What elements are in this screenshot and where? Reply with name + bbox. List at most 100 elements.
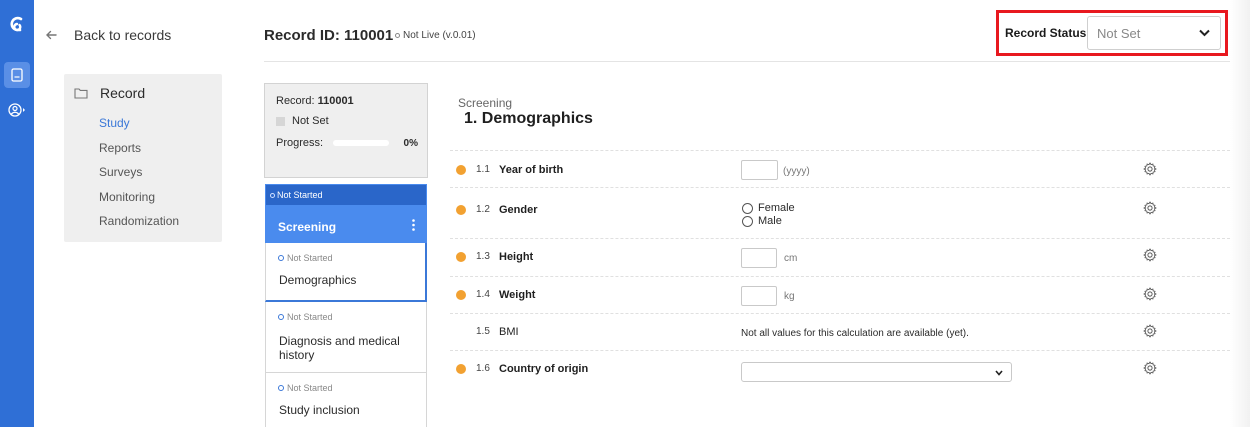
app-window: Back to records Record Study Reports Sur… xyxy=(0,0,1250,427)
summary-status: Not Set xyxy=(276,115,329,127)
not-started-icon xyxy=(270,192,275,198)
option-label: Female xyxy=(758,202,795,214)
step-study-inclusion[interactable]: Not Started Study inclusion xyxy=(265,373,427,427)
required-indicator-icon xyxy=(456,290,466,300)
gear-icon[interactable] xyxy=(1143,361,1157,375)
record-section-label: Record xyxy=(100,85,146,101)
field-label: Year of birth xyxy=(499,164,564,176)
page-scroll-edge xyxy=(1230,0,1250,427)
record-status-highlight: Record Status: Not Set xyxy=(996,10,1228,56)
menu-item-reports[interactable]: Reports xyxy=(99,139,179,164)
radio-circle-icon xyxy=(742,215,753,227)
menu-item-monitoring[interactable]: Monitoring xyxy=(99,188,179,213)
field-number: 1.3 xyxy=(476,251,490,262)
app-logo-icon[interactable] xyxy=(7,14,27,36)
step-status: Not Started xyxy=(278,312,333,322)
record-section-header[interactable]: Record xyxy=(74,85,145,101)
step-name: Study inclusion xyxy=(279,403,360,417)
records-icon[interactable] xyxy=(4,62,30,88)
record-status-value: Not Set xyxy=(1097,25,1141,41)
height-input[interactable] xyxy=(741,248,777,268)
field-label: Weight xyxy=(499,289,536,301)
field-row-height: 1.3 Height cm xyxy=(450,238,1230,275)
record-status-select[interactable]: Not Set xyxy=(1087,16,1221,50)
field-number: 1.6 xyxy=(476,363,490,374)
year-of-birth-input[interactable] xyxy=(741,160,778,180)
step-name: Demographics xyxy=(279,273,357,287)
gender-option-male[interactable]: Male xyxy=(742,215,782,227)
form-title: 1. Demographics xyxy=(464,110,593,127)
record-status-label: Record Status: xyxy=(1005,26,1091,40)
not-started-icon xyxy=(278,385,284,391)
menu-item-surveys[interactable]: Surveys xyxy=(99,163,179,188)
menu-item-randomization[interactable]: Randomization xyxy=(99,212,179,237)
record-menu-panel: Record Study Reports Surveys Monitoring … xyxy=(64,74,222,242)
record-id-title: Record ID: 110001 xyxy=(264,27,394,44)
record-menu-links: Study Reports Surveys Monitoring Randomi… xyxy=(99,114,179,237)
step-status: Not Started xyxy=(278,383,333,393)
summary-record: Record: 110001 xyxy=(276,95,354,107)
summary-record-prefix: Record: xyxy=(276,95,318,107)
step-status-text: Not Started xyxy=(287,383,333,393)
country-of-origin-select[interactable] xyxy=(741,362,1012,382)
status-swatch-icon xyxy=(276,116,285,126)
chevron-down-icon xyxy=(995,370,1003,376)
field-label: Country of origin xyxy=(499,363,589,375)
required-indicator-icon xyxy=(456,364,466,374)
progress-value: 0% xyxy=(403,137,418,149)
required-indicator-icon xyxy=(456,165,466,175)
record-summary-card: Record: 110001 Not Set Progress: 0% xyxy=(264,83,428,178)
menu-item-study[interactable]: Study xyxy=(99,114,179,139)
field-number: 1.2 xyxy=(476,204,490,215)
field-unit: (yyyy) xyxy=(783,166,810,177)
progress-label: Progress: xyxy=(276,137,324,149)
field-number: 1.1 xyxy=(476,164,490,175)
back-arrow-icon xyxy=(46,30,57,40)
step-diagnosis-medical-history[interactable]: Not Started Diagnosis and medical histor… xyxy=(265,302,427,373)
field-number: 1.5 xyxy=(476,326,490,337)
step-status-text: Not Started xyxy=(287,312,333,322)
field-number: 1.4 xyxy=(476,289,490,300)
not-started-icon xyxy=(278,255,284,261)
summary-record-number: 110001 xyxy=(317,95,354,107)
field-unit: cm xyxy=(784,253,798,264)
back-to-records-link[interactable]: Back to records xyxy=(44,27,171,43)
field-label: Gender xyxy=(499,204,538,216)
back-label: Back to records xyxy=(74,27,172,43)
gear-icon[interactable] xyxy=(1143,287,1157,301)
step-name: Diagnosis and medical history xyxy=(279,334,400,362)
field-label: BMI xyxy=(499,326,519,338)
gear-icon[interactable] xyxy=(1143,248,1157,262)
option-label: Male xyxy=(758,215,782,227)
status-dot-icon xyxy=(395,33,400,38)
summary-status-text: Not Set xyxy=(292,115,329,127)
not-started-icon xyxy=(278,314,284,320)
field-row-weight: 1.4 Weight kg xyxy=(450,276,1230,313)
gear-icon[interactable] xyxy=(1143,201,1157,215)
gender-option-female[interactable]: Female xyxy=(742,202,795,214)
user-menu-icon[interactable] xyxy=(4,97,30,123)
kebab-menu-icon[interactable] xyxy=(412,219,415,231)
weight-input[interactable] xyxy=(741,286,777,306)
step-status-text: Not Started xyxy=(287,253,333,263)
phase-screening[interactable]: Not Started Screening xyxy=(265,184,427,243)
bmi-calculation-note: Not all values for this calculation are … xyxy=(741,328,969,339)
required-indicator-icon xyxy=(456,205,466,215)
phase-status: Not Started xyxy=(266,185,426,205)
summary-progress: Progress: 0% xyxy=(276,137,418,149)
step-demographics[interactable]: Not Started Demographics xyxy=(265,243,427,302)
phase-name: Screening xyxy=(278,220,337,234)
app-rail xyxy=(0,0,34,427)
field-row-country-of-origin: 1.6 Country of origin xyxy=(450,350,1230,387)
field-row-gender: 1.2 Gender Female Male xyxy=(450,187,1230,238)
form-breadcrumb: Screening xyxy=(458,96,513,110)
chevron-down-icon xyxy=(1199,29,1210,37)
live-status: Not Live (v.0.01) xyxy=(395,30,476,41)
progress-bar xyxy=(333,140,390,146)
live-status-text: Not Live (v.0.01) xyxy=(403,30,476,41)
field-unit: kg xyxy=(784,291,795,302)
gear-icon[interactable] xyxy=(1143,324,1157,338)
gear-icon[interactable] xyxy=(1143,162,1157,176)
field-row-year-of-birth: 1.1 Year of birth (yyyy) xyxy=(450,150,1230,187)
field-row-bmi: 1.5 BMI Not all values for this calculat… xyxy=(450,313,1230,350)
